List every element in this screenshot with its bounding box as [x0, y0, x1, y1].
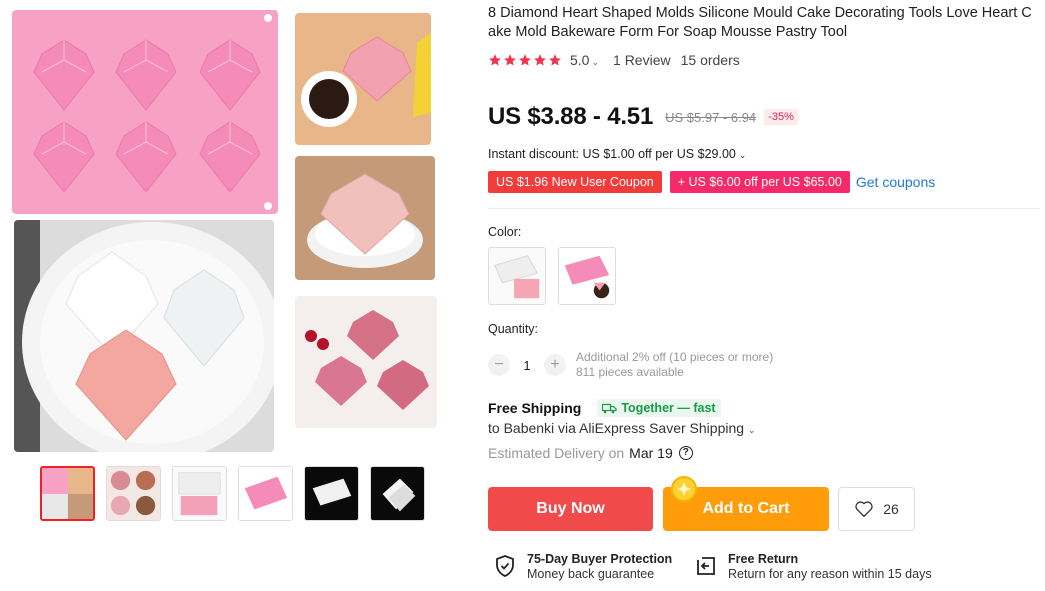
white-mold-swatch-image [489, 248, 545, 304]
instant-discount[interactable]: Instant discount: US $1.00 off per US $2… [488, 147, 746, 161]
collage-thumb [42, 468, 93, 519]
price-row: US $3.88 - 4.51 US $5.97 - 6.94 -35% [488, 103, 798, 131]
protection-subtitle: Money back guarantee [527, 567, 655, 581]
delivery-label: Estimated Delivery on [488, 445, 625, 461]
store-coupon[interactable]: + US $6.00 off per US $65.00 [669, 171, 850, 193]
thumbnail-1[interactable] [40, 466, 95, 521]
pink-mold-swatch-image [559, 248, 615, 304]
return-icon [697, 557, 715, 575]
quantity-label: Quantity: [488, 322, 539, 336]
coupon-row: US $1.96 New User Coupon + US $6.00 off … [488, 171, 935, 193]
chevron-down-icon: ⌄ [748, 425, 756, 435]
thumbnail-6[interactable] [370, 466, 425, 521]
return-title: Free Return [728, 552, 799, 566]
coin-icon [671, 476, 697, 502]
original-price: US $5.97 - 6.94 [665, 109, 757, 125]
stock-available: 811 pieces available [576, 365, 684, 379]
thumbnail-strip [40, 466, 425, 521]
star-icon [549, 54, 561, 66]
thumbnail-5[interactable] [304, 466, 359, 521]
pink-mold-image [12, 10, 278, 214]
divider [488, 208, 1040, 209]
estimated-delivery: Estimated Delivery on Mar 19 ? [488, 445, 693, 461]
black-bg-stack-thumb [371, 467, 424, 520]
buyer-protection: 75-Day Buyer Protection Money back guara… [493, 552, 672, 582]
product-title: 8 Diamond Heart Shaped Molds Silicone Mo… [488, 5, 1032, 40]
together-fast-label: Together — fast [621, 401, 716, 415]
decrease-quantity-button[interactable]: − [488, 354, 510, 376]
instant-discount-text: Instant discount: US $1.00 off per US $2… [488, 147, 736, 161]
star-icon [534, 54, 546, 66]
help-icon[interactable]: ? [678, 446, 693, 460]
chevron-down-icon: ⌄ [738, 150, 747, 160]
star-icon [489, 54, 501, 66]
product-gallery [0, 0, 450, 591]
quantity-stepper: − 1 + Additional 2% off (10 pieces or mo… [488, 350, 773, 380]
chevron-down-icon: ⌄ [591, 57, 600, 67]
heart-in-bowl-image [295, 156, 435, 280]
plate-image[interactable] [14, 220, 274, 452]
multi-photo-thumb [107, 467, 160, 520]
delivery-date: Mar 19 [629, 445, 673, 461]
bulk-discount-note: Additional 2% off (10 pieces or more) [576, 350, 774, 364]
white-mold-thumb [173, 467, 226, 520]
coffee-heart-image[interactable] [295, 13, 431, 145]
rating-dropdown[interactable]: 5.0 ⌄ [570, 52, 599, 68]
star-icon [519, 54, 531, 66]
star-rating [488, 53, 562, 67]
quantity-info: Additional 2% off (10 pieces or more) 81… [576, 350, 773, 380]
thumbnail-2[interactable] [106, 466, 161, 521]
orders-count: 15 orders [680, 52, 740, 68]
thumbnail-4[interactable] [238, 466, 293, 521]
rating-row: 5.0 ⌄ 1 Review 15 orders [488, 52, 740, 68]
current-price: US $3.88 - 4.51 [488, 103, 654, 130]
heart-bowl-image[interactable] [295, 156, 435, 280]
shipping-header: Free Shipping Together — fast [488, 399, 721, 417]
get-coupons-link[interactable]: Get coupons [856, 174, 935, 190]
color-swatches [488, 247, 616, 305]
pink-mold-angle-thumb [239, 467, 292, 520]
thumbnail-3[interactable] [172, 466, 227, 521]
black-bg-mold-thumb [305, 467, 358, 520]
three-pink-hearts-image [295, 296, 437, 428]
wishlist-count: 26 [883, 501, 899, 517]
increase-quantity-button[interactable]: + [544, 354, 566, 376]
heart-icon [855, 501, 873, 518]
shipping-route[interactable]: to Babenki via AliExpress Saver Shipping… [488, 420, 756, 436]
rating-value: 5.0 [570, 52, 590, 68]
free-shipping-title: Free Shipping [488, 400, 582, 416]
shipping-route-text: to Babenki via AliExpress Saver Shipping [488, 420, 745, 436]
star-icon [504, 54, 516, 66]
color-label: Color: [488, 225, 522, 239]
color-option-white[interactable] [488, 247, 546, 305]
free-return: Free Return Return for any reason within… [694, 552, 932, 582]
discount-badge: -35% [764, 109, 798, 125]
color-option-pink[interactable] [558, 247, 616, 305]
hearts-on-plate-image [14, 220, 274, 452]
quantity-value[interactable]: 1 [510, 358, 544, 373]
together-fast-badge: Together — fast [597, 399, 721, 417]
return-subtitle: Return for any reason within 15 days [728, 567, 932, 581]
protection-title: 75-Day Buyer Protection [527, 552, 673, 566]
buy-now-button[interactable]: Buy Now [488, 487, 653, 531]
three-hearts-image[interactable] [295, 296, 437, 428]
shield-check-icon [496, 555, 514, 577]
wishlist-button[interactable]: 26 [838, 487, 915, 531]
reviews-link[interactable]: 1 Review [613, 52, 671, 68]
heart-with-coffee-image [295, 13, 431, 145]
truck-icon [602, 403, 617, 413]
new-user-coupon[interactable]: US $1.96 New User Coupon [488, 171, 662, 193]
main-product-image[interactable] [12, 10, 278, 214]
